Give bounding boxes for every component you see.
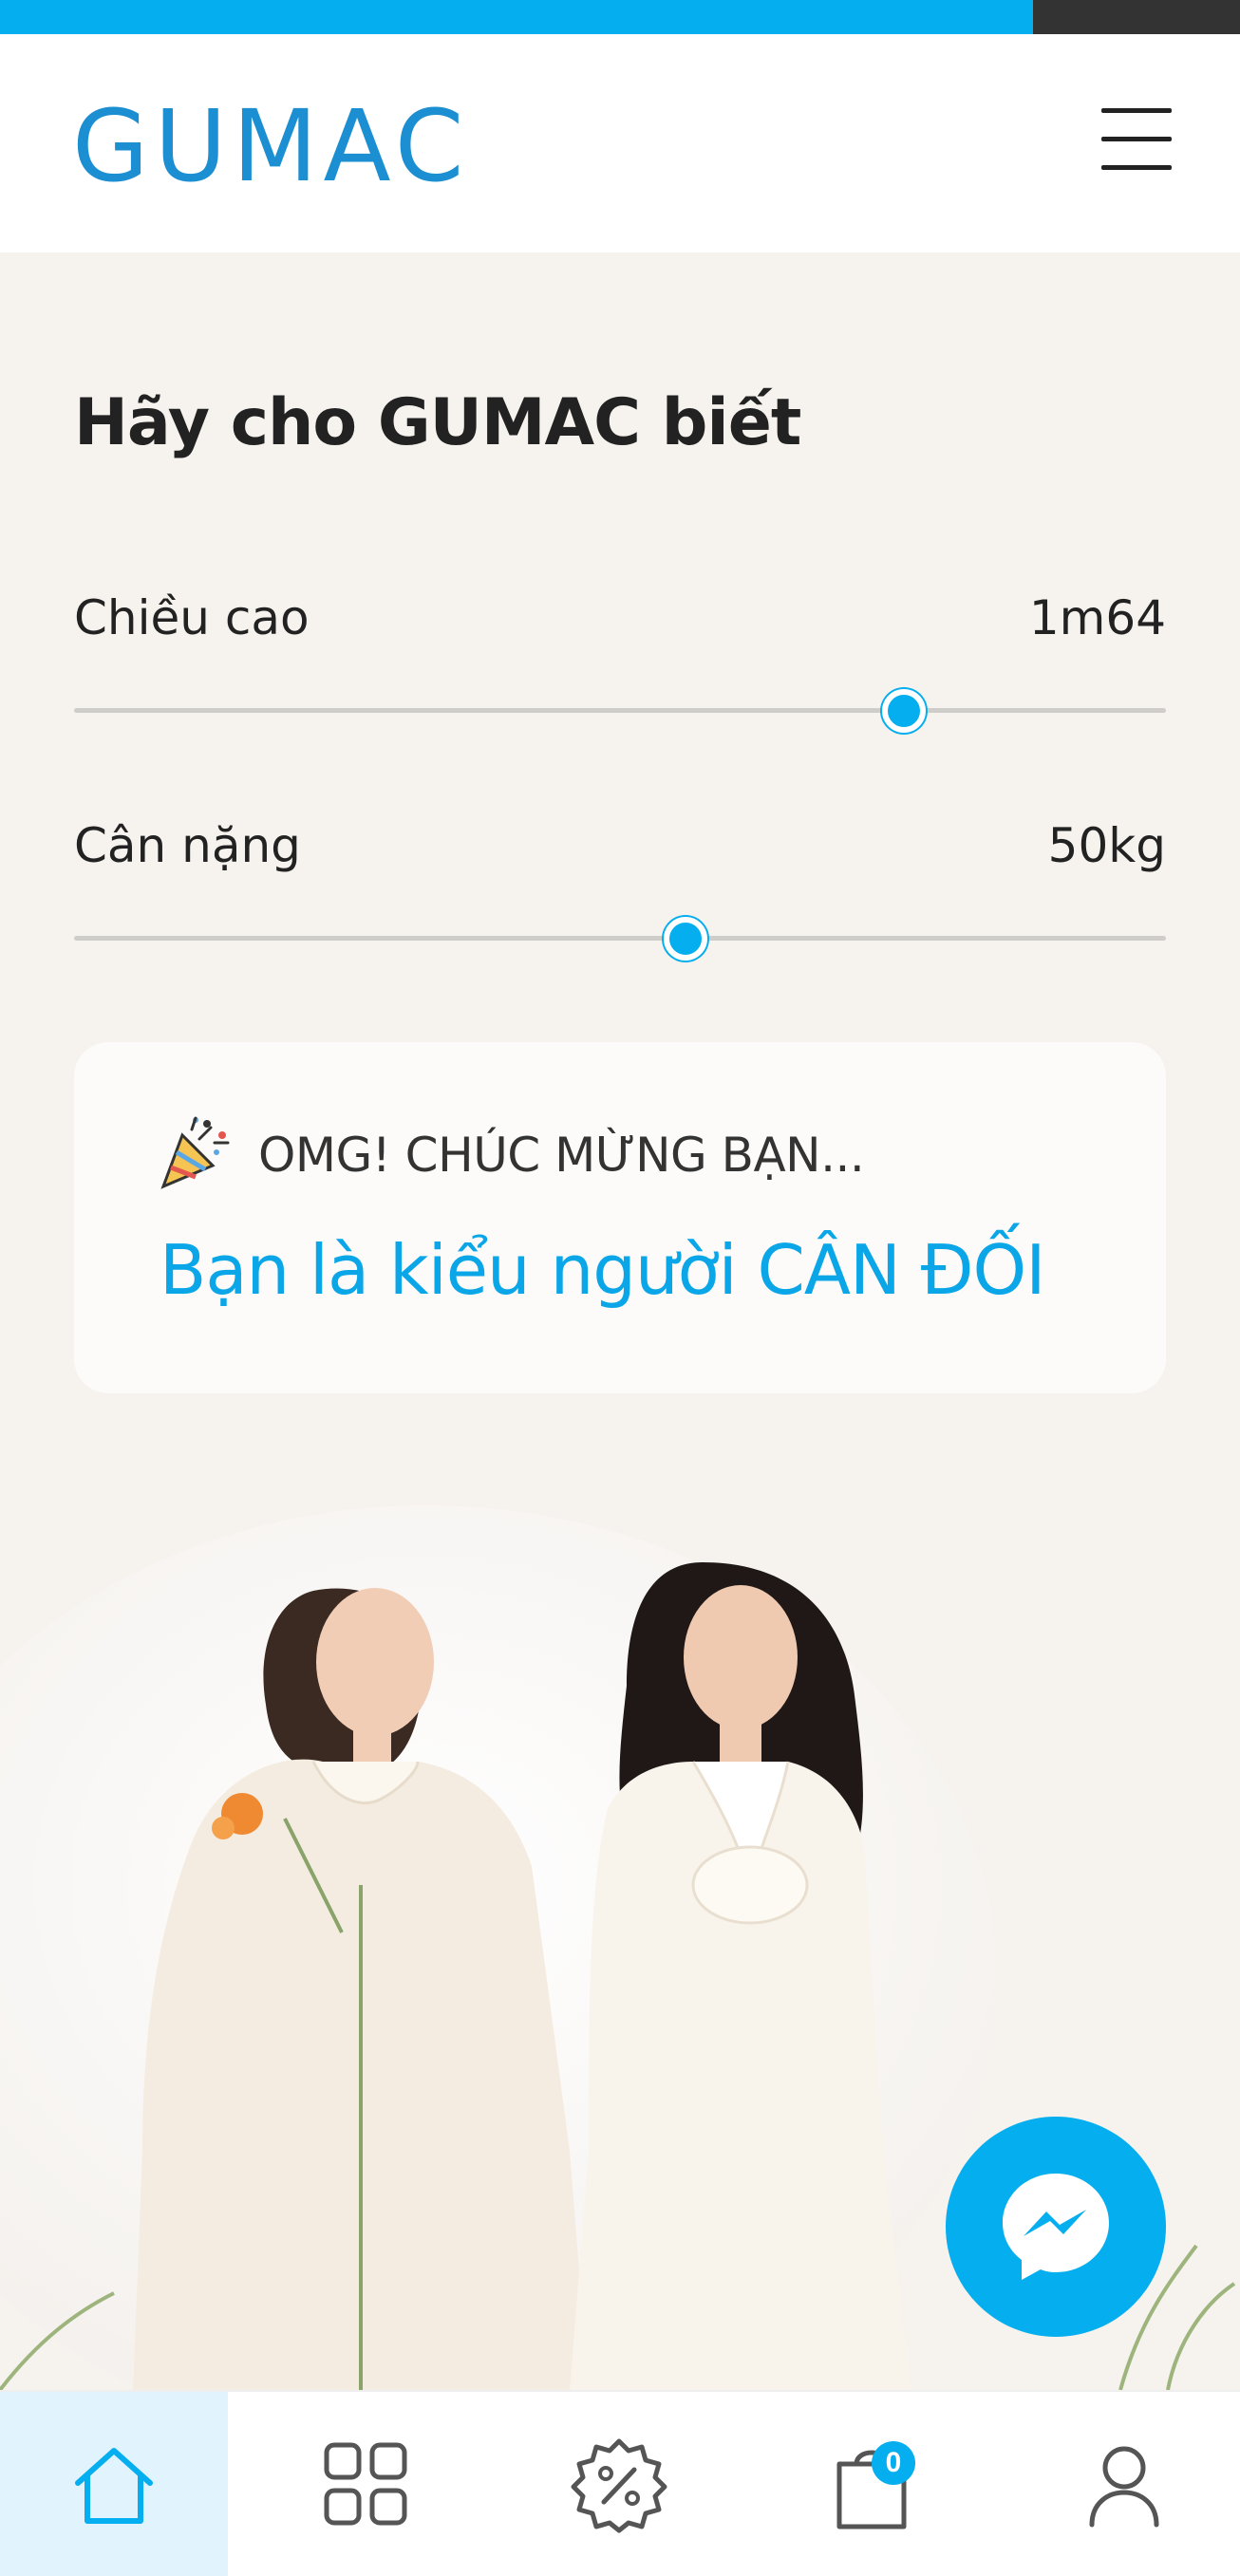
cart-count-badge: 0 bbox=[872, 2441, 915, 2485]
result-subtitle: OMG! CHÚC MỪNG BẠN... bbox=[258, 1128, 865, 1183]
nav-home[interactable] bbox=[0, 2392, 228, 2576]
messenger-icon bbox=[1003, 2174, 1109, 2280]
bottom-navigation: 0 bbox=[0, 2390, 1240, 2576]
hamburger-menu-icon[interactable] bbox=[1101, 108, 1172, 171]
weight-value: 50kg bbox=[1047, 818, 1166, 873]
height-label: Chiều cao bbox=[74, 590, 310, 645]
home-icon bbox=[75, 2448, 153, 2524]
height-slider[interactable] bbox=[74, 689, 1166, 733]
height-slider-thumb[interactable] bbox=[882, 689, 926, 733]
user-account-icon bbox=[1089, 2446, 1159, 2528]
height-value: 1m64 bbox=[1028, 590, 1166, 645]
result-message: Bạn là kiểu người CÂN ĐỐI bbox=[160, 1230, 1045, 1310]
categories-grid-icon bbox=[324, 2442, 407, 2526]
nav-categories[interactable] bbox=[323, 2392, 408, 2576]
discount-badge-icon bbox=[571, 2438, 667, 2533]
result-card: OMG! CHÚC MỪNG BẠN... Bạn là kiểu người … bbox=[74, 1042, 1166, 1393]
weight-slider-thumb[interactable] bbox=[664, 917, 707, 961]
section-title: Hãy cho GUMAC biết bbox=[74, 385, 801, 460]
gumac-logo[interactable]: GUMAC bbox=[72, 97, 469, 196]
body-measure-section: Hãy cho GUMAC biết Chiều cao 1m64 Cân nặ… bbox=[0, 252, 1240, 2390]
top-progress-bar bbox=[0, 0, 1240, 34]
party-popper-icon bbox=[160, 1116, 230, 1189]
weight-label: Cân nặng bbox=[74, 818, 301, 873]
weight-slider[interactable] bbox=[74, 917, 1166, 961]
site-header: GUMAC bbox=[0, 34, 1240, 252]
nav-account[interactable] bbox=[1082, 2392, 1168, 2576]
top-bar-dark-segment bbox=[1033, 0, 1240, 34]
messenger-chat-button[interactable] bbox=[946, 2117, 1166, 2337]
nav-promotions[interactable] bbox=[570, 2392, 668, 2576]
nav-cart[interactable] bbox=[832, 2392, 927, 2576]
